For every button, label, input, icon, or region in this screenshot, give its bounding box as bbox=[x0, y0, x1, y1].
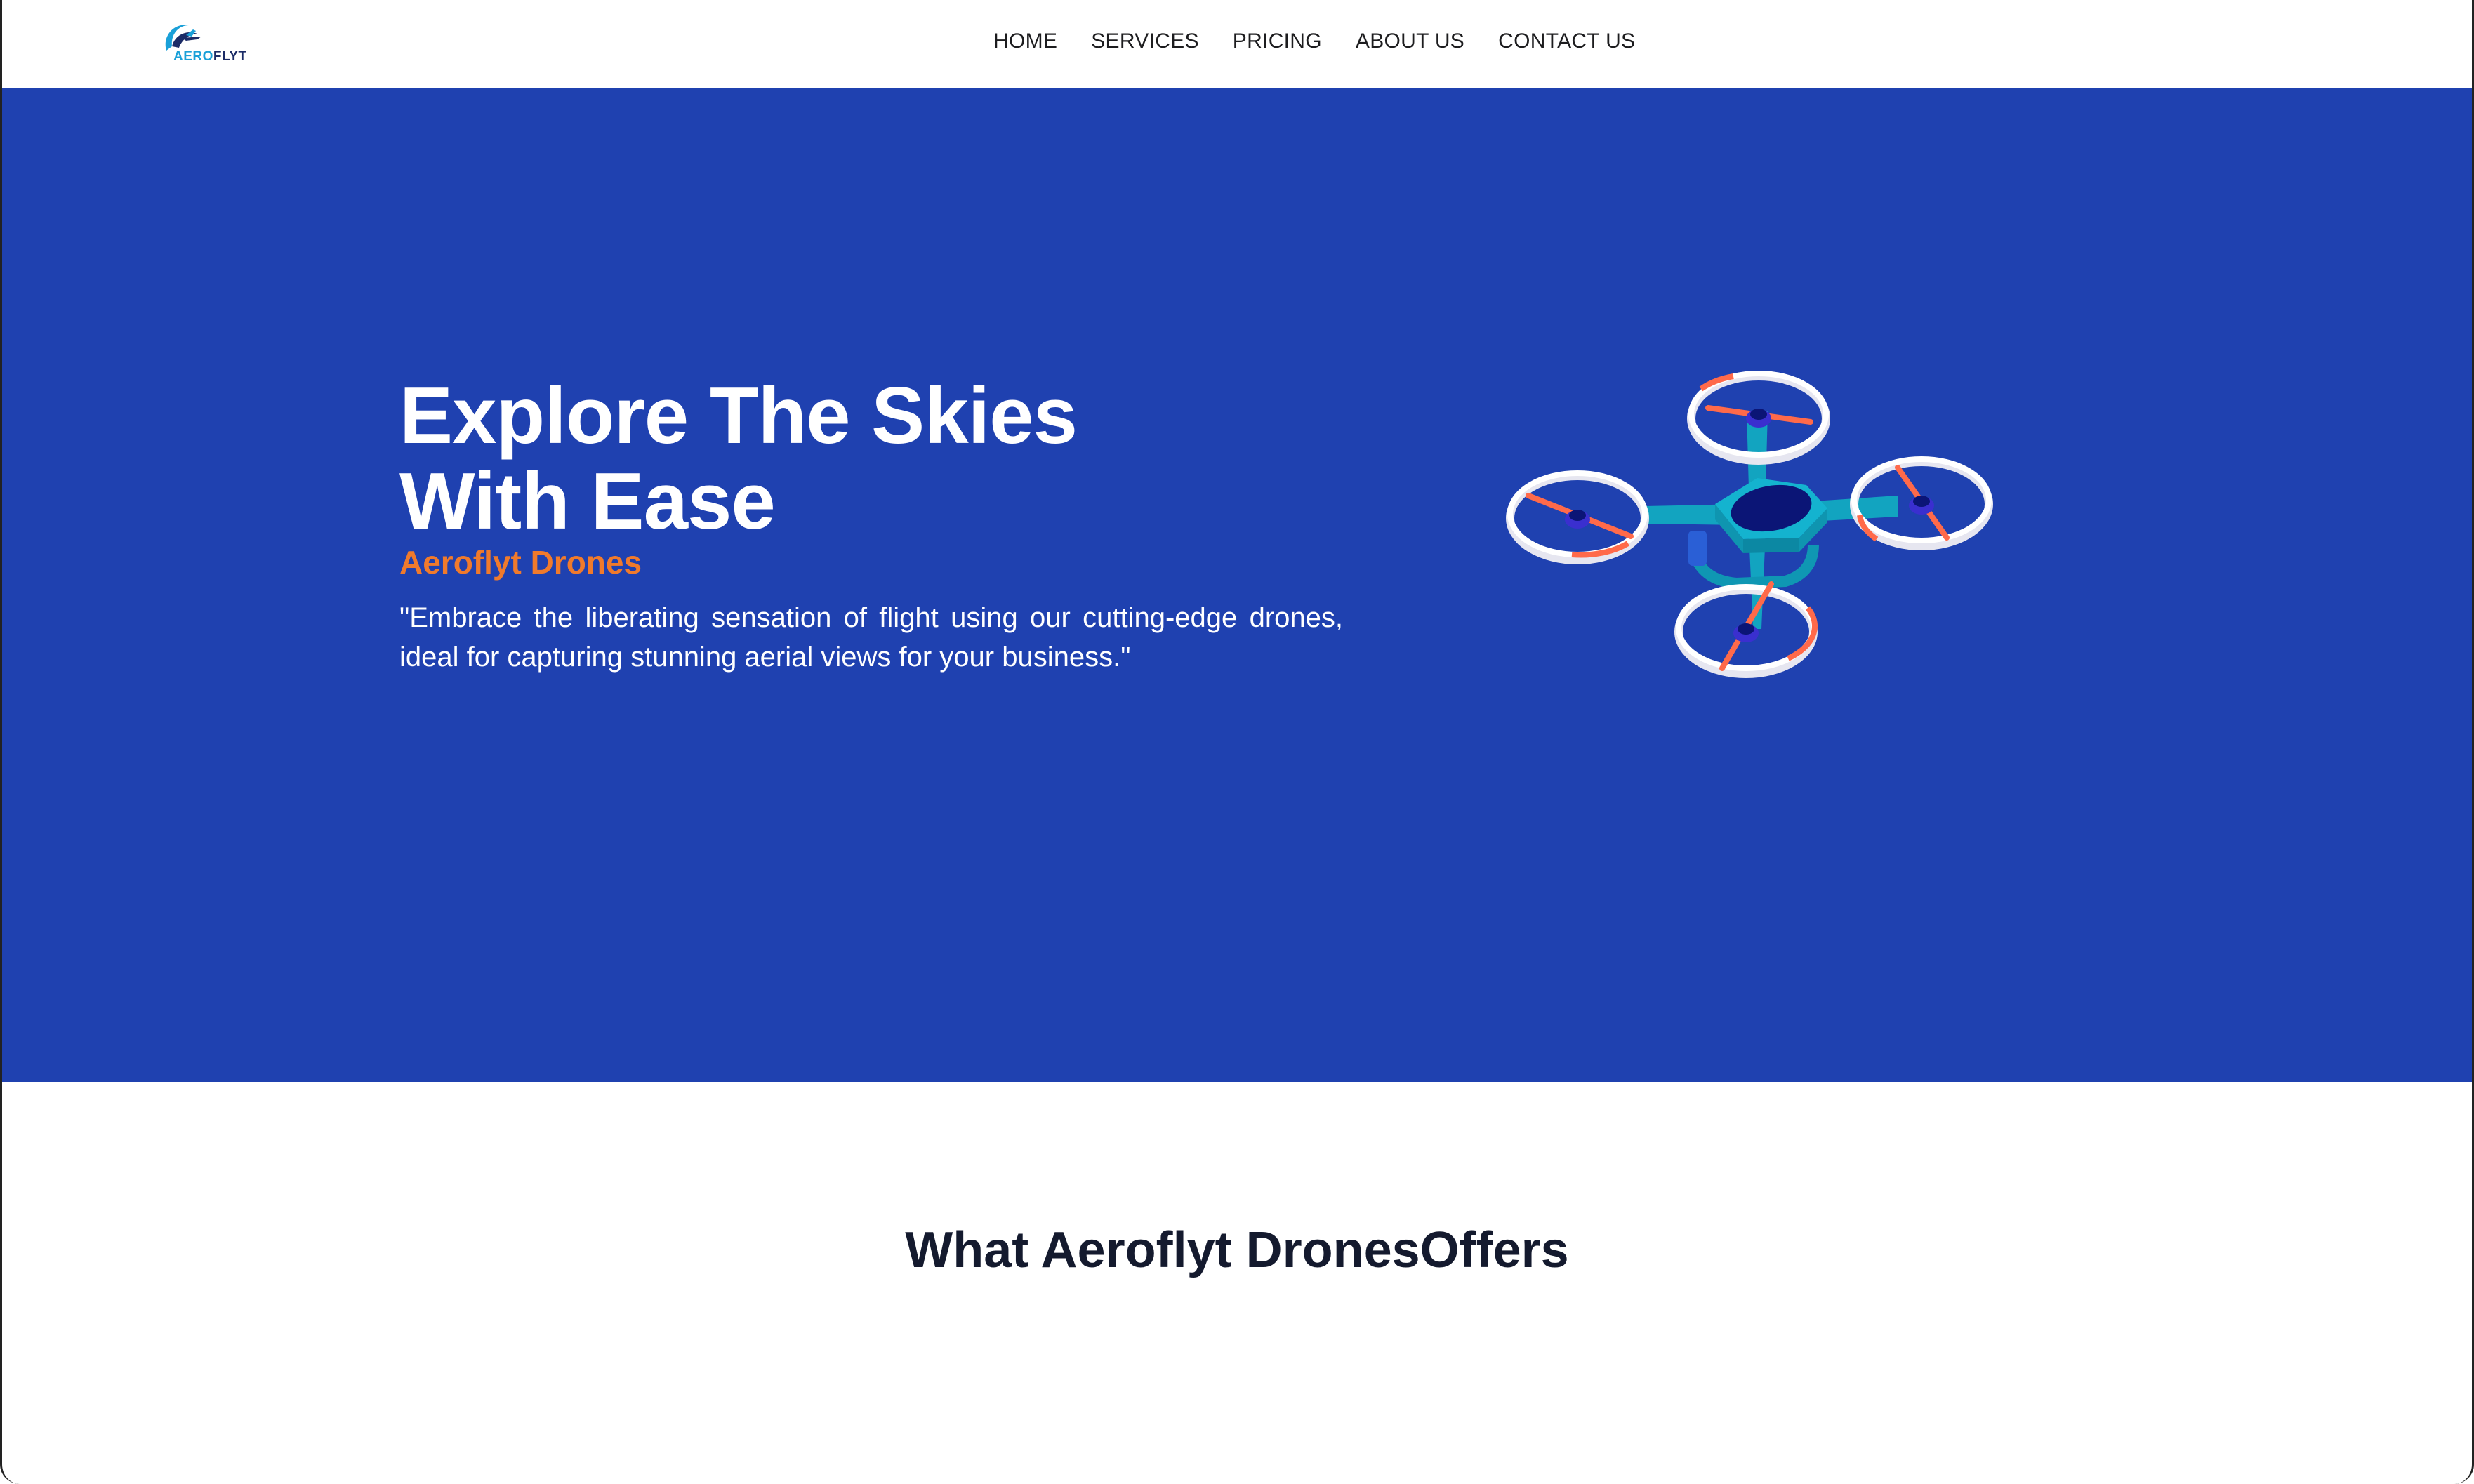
hero-title-line2: With Ease bbox=[399, 457, 776, 546]
nav-link-home[interactable]: HOME bbox=[993, 29, 1057, 53]
nav-link-contact-us[interactable]: CONTACT US bbox=[1498, 29, 1635, 53]
hero-subtitle: Aeroflyt Drones bbox=[399, 544, 642, 581]
hero-title-line1: Explore The Skies bbox=[399, 371, 1078, 461]
nav-link-about-us[interactable]: ABOUT US bbox=[1356, 29, 1464, 53]
navbar: AEROFLYT HOME SERVICES PRICING ABOUT US … bbox=[2, 0, 2472, 88]
hero-title: Explore The Skies With Ease bbox=[399, 373, 1102, 545]
browser-frame: AEROFLYT HOME SERVICES PRICING ABOUT US … bbox=[0, 0, 2474, 1484]
nav-link-pricing[interactable]: PRICING bbox=[1233, 29, 1322, 53]
hero-description: "Embrace the liberating sensation of fli… bbox=[399, 602, 1343, 673]
aeroflyt-logo[interactable]: AEROFLYT bbox=[158, 18, 246, 67]
nav-menu: HOME SERVICES PRICING ABOUT US CONTACT U… bbox=[993, 29, 1635, 53]
rotor-left bbox=[1506, 470, 1649, 564]
drone-illustration bbox=[1506, 371, 1993, 678]
logo-wordmark: AEROFLYT bbox=[173, 49, 247, 64]
rotor-bottom bbox=[1674, 581, 1818, 678]
offers-heading: What Aeroflyt DronesOffers bbox=[905, 1222, 1569, 1278]
nav-link-services[interactable]: SERVICES bbox=[1091, 29, 1199, 53]
hero-section: Explore The Skies With Ease Aeroflyt Dro… bbox=[2, 88, 2472, 1082]
